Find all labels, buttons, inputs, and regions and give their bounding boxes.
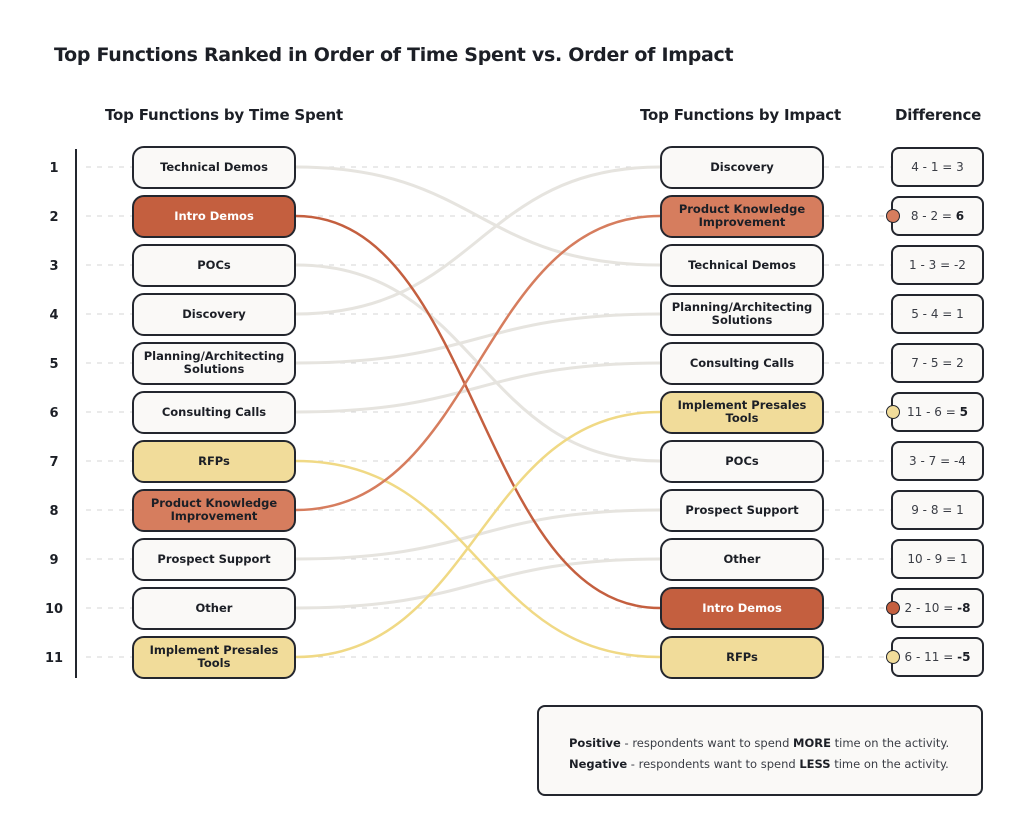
difference-result: -5 xyxy=(957,650,971,664)
rank-label: 9 xyxy=(49,553,58,568)
legend-negative-label: Negative xyxy=(569,757,628,771)
legend-positive-text-end: time on the activity. xyxy=(830,736,950,750)
impact-item-pocs: POCs xyxy=(660,439,824,483)
difference-expression: 9 - 8 = xyxy=(911,503,957,517)
impact-item-discovery: Discovery xyxy=(660,145,824,189)
legend-positive-label: Positive xyxy=(569,736,621,750)
impact-item-consulting-calls: Consulting Calls xyxy=(660,341,824,385)
impact-item-planning-architecting-solutions: Planning/Architecting Solutions xyxy=(660,292,824,336)
difference-expression: 7 - 5 = xyxy=(911,356,957,370)
difference-expression: 11 - 6 = xyxy=(907,405,960,419)
time-spent-item-planning-architecting-solutions: Planning/Architecting Solutions xyxy=(132,341,296,385)
difference-cell: 9 - 8 = 1 xyxy=(891,490,984,530)
difference-result: 5 xyxy=(959,405,968,419)
difference-result: 1 xyxy=(956,503,964,517)
legend-negative-emphasis: LESS xyxy=(799,757,831,771)
rank-label: 5 xyxy=(49,357,58,372)
difference-cell: 5 - 4 = 1 xyxy=(891,294,984,334)
difference-expression: 4 - 1 = xyxy=(911,160,957,174)
difference-expression: 6 - 11 = xyxy=(904,650,958,664)
legend-negative-text-end: time on the activity. xyxy=(830,757,949,771)
difference-result: 2 xyxy=(956,356,964,370)
time-spent-item-consulting-calls: Consulting Calls xyxy=(132,390,296,434)
impact-item-technical-demos: Technical Demos xyxy=(660,243,824,287)
difference-result: -4 xyxy=(953,454,966,468)
difference-expression: 5 - 4 = xyxy=(911,307,957,321)
highlight-dot-salmon xyxy=(886,209,900,223)
impact-item-product-knowledge-improvement: Product Knowledge Improvement xyxy=(660,194,824,238)
difference-expression: 2 - 10 = xyxy=(904,601,958,615)
connector-consulting-calls xyxy=(295,361,661,414)
rank-label: 8 xyxy=(49,504,58,519)
difference-cell: 8 - 2 = 6 xyxy=(891,196,984,236)
connector-planning-architecting-solutions xyxy=(295,312,661,365)
legend-negative-text: - respondents want to spend xyxy=(627,757,800,771)
difference-result: -8 xyxy=(957,601,971,615)
time-spent-item-technical-demos: Technical Demos xyxy=(132,145,296,189)
time-spent-item-discovery: Discovery xyxy=(132,292,296,336)
rank-label: 4 xyxy=(49,308,58,323)
impact-item-rfps: RFPs xyxy=(660,635,824,679)
impact-item-implement-presales-tools: Implement Presales Tools xyxy=(660,390,824,434)
difference-cell: 2 - 10 = -8 xyxy=(891,588,984,628)
connector-discovery xyxy=(295,165,661,316)
difference-cell: 10 - 9 = 1 xyxy=(891,539,984,579)
highlight-dot-yellow xyxy=(886,650,900,664)
difference-cell: 4 - 1 = 3 xyxy=(891,147,984,187)
time-spent-item-other: Other xyxy=(132,586,296,630)
legend-positive-text: - respondents want to spend xyxy=(620,736,794,750)
time-spent-item-implement-presales-tools: Implement Presales Tools xyxy=(132,635,296,679)
rank-label: 6 xyxy=(49,406,58,421)
legend-negative: Negative - respondents want to spend LES… xyxy=(569,754,981,775)
difference-expression: 8 - 2 = xyxy=(910,209,956,223)
rank-label: 7 xyxy=(49,455,58,470)
impact-item-prospect-support: Prospect Support xyxy=(660,488,824,532)
legend-positive-emphasis: MORE xyxy=(793,736,831,750)
time-spent-item-intro-demos: Intro Demos xyxy=(132,194,296,238)
impact-item-other: Other xyxy=(660,537,824,581)
connector-other xyxy=(295,557,661,610)
difference-cell: 6 - 11 = -5 xyxy=(891,637,984,677)
difference-result: 6 xyxy=(955,209,965,223)
time-spent-item-prospect-support: Prospect Support xyxy=(132,537,296,581)
difference-cell: 3 - 7 = -4 xyxy=(891,441,984,481)
connector-implement-presales-tools xyxy=(295,410,661,659)
legend-box: Positive - respondents want to spend MOR… xyxy=(537,705,983,796)
highlight-dot-yellow xyxy=(886,405,900,419)
difference-result: 3 xyxy=(956,160,964,174)
difference-cell: 7 - 5 = 2 xyxy=(891,343,984,383)
difference-expression: 10 - 9 = xyxy=(907,552,960,566)
difference-result: 1 xyxy=(956,307,964,321)
difference-expression: 3 - 7 = xyxy=(909,454,954,468)
highlight-dot-rust xyxy=(886,601,900,615)
rank-label: 1 xyxy=(49,161,58,176)
legend-positive: Positive - respondents want to spend MOR… xyxy=(569,733,981,754)
impact-item-intro-demos: Intro Demos xyxy=(660,586,824,630)
time-spent-item-product-knowledge-improvement: Product Knowledge Improvement xyxy=(132,488,296,532)
difference-cell: 11 - 6 = 5 xyxy=(891,392,984,432)
time-spent-item-pocs: POCs xyxy=(132,243,296,287)
rank-label: 10 xyxy=(45,602,63,617)
difference-result: 1 xyxy=(959,552,968,566)
rank-labels: 1 2 3 4 5 6 7 8 9 10 11 xyxy=(45,161,63,666)
rank-label: 11 xyxy=(45,651,63,666)
difference-expression: 1 - 3 = xyxy=(909,258,954,272)
difference-result: -2 xyxy=(953,258,966,272)
time-spent-item-rfps: RFPs xyxy=(132,439,296,483)
difference-cell: 1 - 3 = -2 xyxy=(891,245,984,285)
rank-label: 3 xyxy=(49,259,58,274)
rank-label: 2 xyxy=(49,210,58,225)
